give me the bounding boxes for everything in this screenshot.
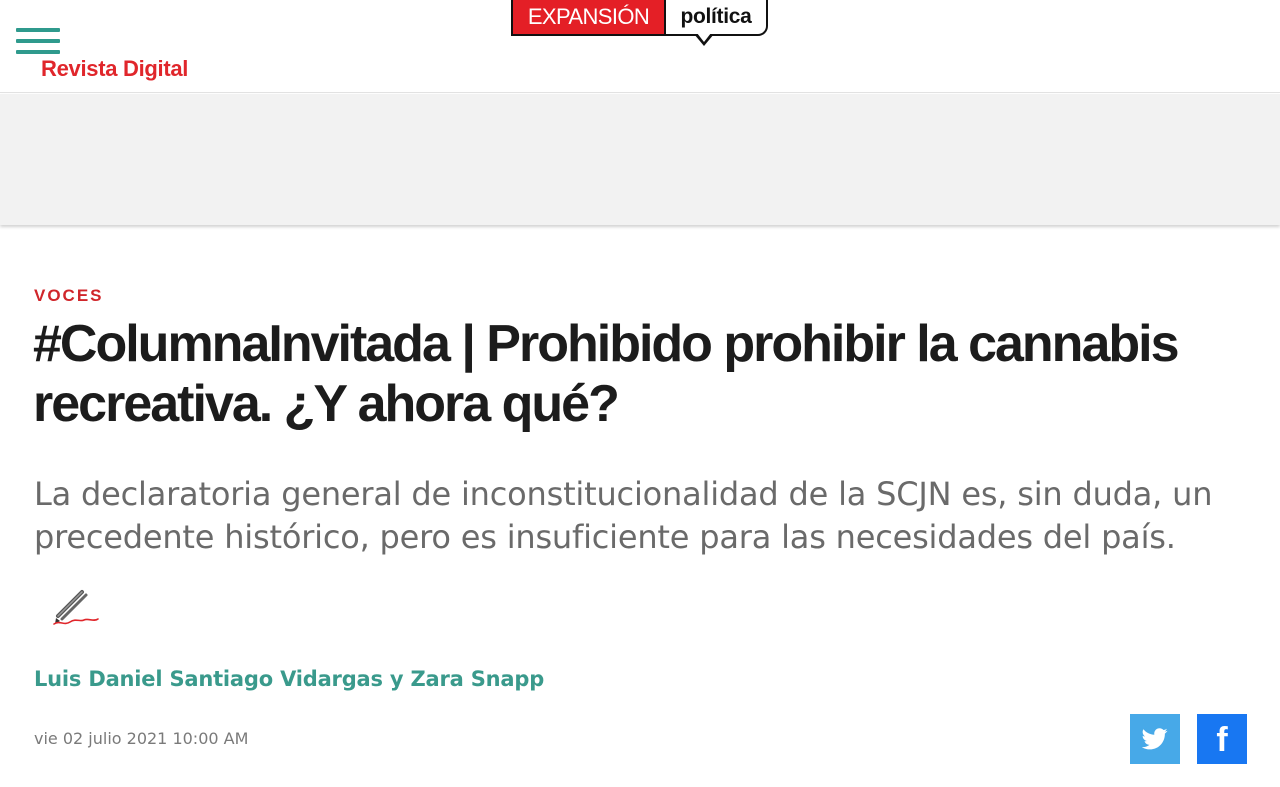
pen-signature-icon xyxy=(50,586,102,630)
logo-section: política xyxy=(664,0,768,36)
site-header: Revista Digital EXPANSIÓN política xyxy=(0,0,1280,93)
expansion-politica-logo[interactable]: EXPANSIÓN política xyxy=(511,0,769,48)
facebook-icon: f xyxy=(1216,721,1228,759)
ad-banner-area xyxy=(0,94,1280,225)
menu-bar xyxy=(16,50,60,54)
publish-date: vie 02 julio 2021 10:00 AM xyxy=(34,729,249,748)
logo-brand: EXPANSIÓN xyxy=(511,0,666,36)
menu-bar xyxy=(16,39,60,43)
article-title: #ColumnaInvitada | Prohibido prohibir la… xyxy=(33,315,1180,433)
facebook-share-button[interactable]: f xyxy=(1197,714,1247,764)
article-subtitle: La declaratoria general de inconstitucio… xyxy=(34,475,1213,556)
author-link[interactable]: Luis Daniel Santiago Vidargas y Zara Sna… xyxy=(34,667,544,691)
hamburger-menu-icon[interactable] xyxy=(16,26,60,60)
logo-speech-tail-inner xyxy=(697,33,711,42)
twitter-share-button[interactable] xyxy=(1130,714,1180,764)
revista-digital-link[interactable]: Revista Digital xyxy=(41,56,188,82)
twitter-icon xyxy=(1142,728,1168,750)
menu-bar xyxy=(16,28,60,32)
section-kicker[interactable]: VOCES xyxy=(34,286,104,306)
